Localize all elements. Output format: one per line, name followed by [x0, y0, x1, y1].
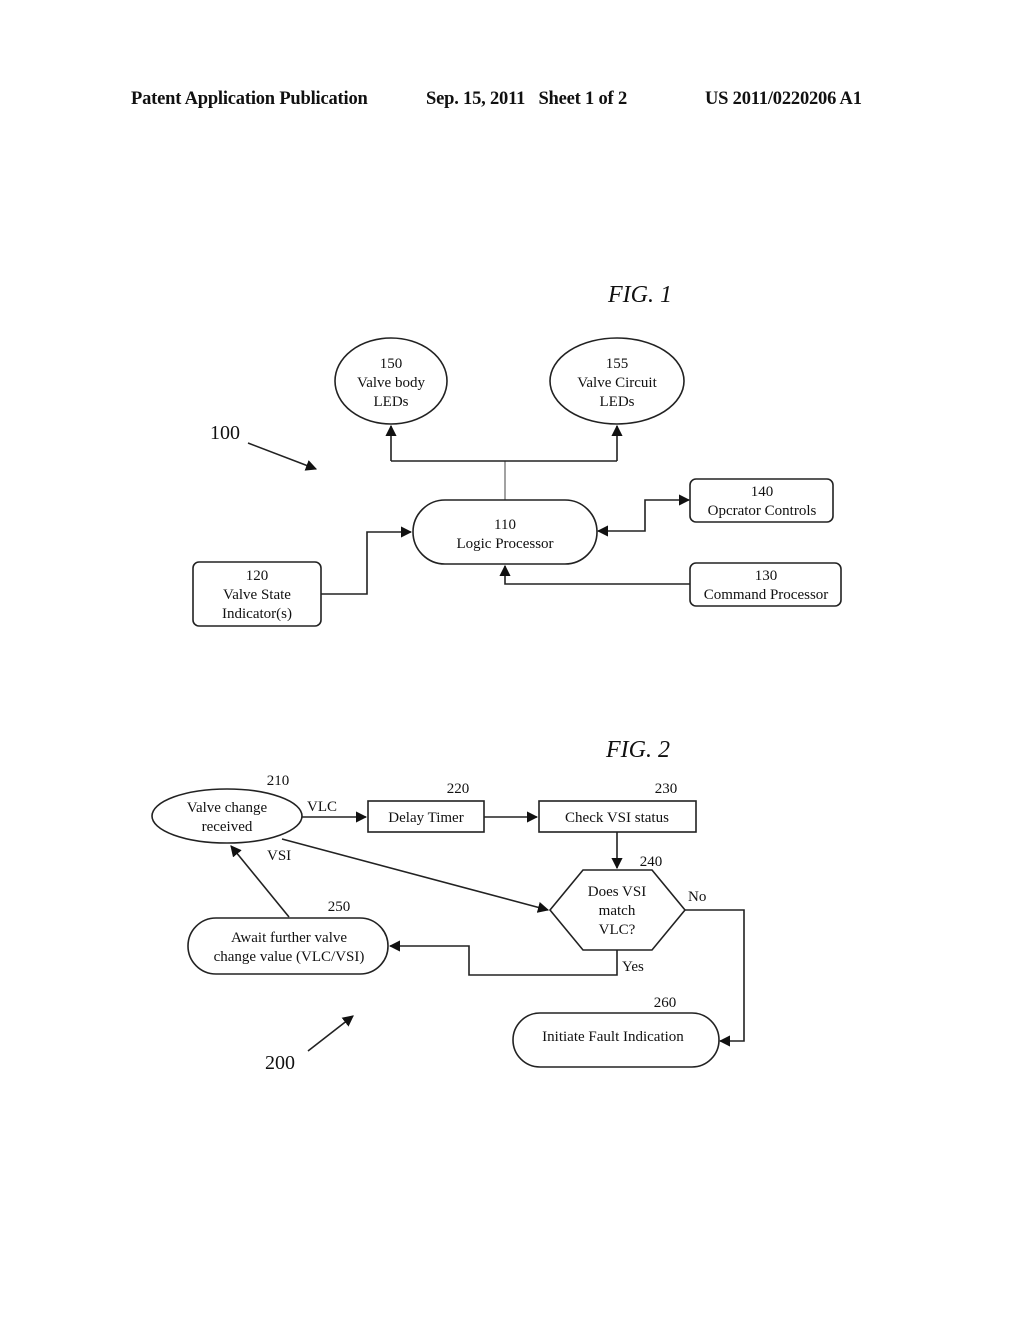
- node-230-check-vsi-status: 230 Check VSI status: [538, 781, 697, 833]
- fig2-ref-label: 200: [265, 1052, 295, 1074]
- node-150-line2: LEDs: [374, 394, 409, 410]
- patent-figures: FIG. 1 100 150 Valve body LEDs 155 Valve…: [151, 282, 842, 1074]
- node-140-line1: Opcrator Controls: [708, 503, 817, 519]
- node-120-line1: Valve State: [223, 587, 291, 603]
- node-150-valve-body-leds: 150 Valve body LEDs: [334, 337, 448, 425]
- node-250-line1: Await further valve: [231, 930, 347, 946]
- edge-130-to-110: [499, 564, 690, 585]
- node-210-line2: received: [202, 819, 253, 835]
- edge-label-yes: Yes: [622, 959, 644, 975]
- node-155-num: 155: [606, 356, 629, 372]
- node-110-logic-processor: 110 Logic Processor: [412, 499, 598, 565]
- figure-2: FIG. 2 210 Valve change received VLC 220…: [151, 737, 745, 1074]
- node-140-operator-controls: 140 Opcrator Controls: [689, 478, 834, 523]
- edge-label-no: No: [688, 889, 706, 905]
- node-220-delay-timer: 220 Delay Timer: [367, 781, 485, 833]
- fig1-ref-label: 100: [210, 422, 240, 444]
- node-130-line1: Command Processor: [704, 587, 829, 603]
- node-130-num: 130: [755, 568, 778, 584]
- node-120-line2: Indicator(s): [222, 606, 292, 622]
- node-210-num: 210: [267, 773, 290, 789]
- node-150-num: 150: [380, 356, 403, 372]
- node-260-initiate-fault-indication: 260 Initiate Fault Indication: [512, 995, 720, 1068]
- node-250-await-further-change: 250 Await further valve change value (VL…: [187, 899, 389, 975]
- fig1-ref-arrow: [247, 442, 318, 471]
- node-210-valve-change-received: 210 Valve change received: [151, 773, 303, 844]
- node-240-line3: VLC?: [599, 922, 636, 938]
- node-250-num: 250: [328, 899, 351, 915]
- node-150-line1: Valve body: [357, 375, 425, 391]
- node-230-line1: Check VSI status: [565, 810, 669, 826]
- node-260-num: 260: [654, 995, 677, 1011]
- node-140-num: 140: [751, 484, 774, 500]
- edge-label-vlc: VLC: [307, 799, 337, 815]
- node-240-num: 240: [640, 854, 663, 870]
- edge-label-vsi: VSI: [267, 848, 291, 864]
- node-110-num: 110: [494, 517, 516, 533]
- node-240-line2: match: [599, 903, 636, 919]
- edge-110-140-bidirectional: [596, 494, 691, 537]
- fig2-ref-arrow: [307, 1015, 354, 1052]
- node-250-line2: change value (VLC/VSI): [214, 949, 365, 965]
- node-120-valve-state-indicators: 120 Valve State Indicator(s): [192, 561, 322, 627]
- figure-1: FIG. 1 100 150 Valve body LEDs 155 Valve…: [192, 282, 842, 627]
- node-230-num: 230: [655, 781, 678, 797]
- node-220-num: 220: [447, 781, 470, 797]
- node-110-line1: Logic Processor: [456, 536, 553, 552]
- node-220-line1: Delay Timer: [388, 810, 463, 826]
- node-130-command-processor: 130 Command Processor: [689, 562, 842, 607]
- fig2-title: FIG. 2: [605, 737, 670, 763]
- node-155-line1: Valve Circuit: [577, 375, 657, 391]
- edge-120-to-110: [321, 526, 413, 595]
- node-260-line1: Initiate Fault Indication: [542, 1029, 684, 1045]
- edge-210-to-240: [281, 838, 550, 913]
- node-155-valve-circuit-leds: 155 Valve Circuit LEDs: [549, 337, 685, 425]
- node-155-line2: LEDs: [600, 394, 635, 410]
- node-120-num: 120: [246, 568, 269, 584]
- node-210-line1: Valve change: [187, 800, 268, 816]
- node-240-decision: 240 Does VSI match VLC?: [548, 854, 687, 951]
- fig1-title: FIG. 1: [607, 282, 672, 308]
- node-240-line1: Does VSI: [588, 884, 646, 900]
